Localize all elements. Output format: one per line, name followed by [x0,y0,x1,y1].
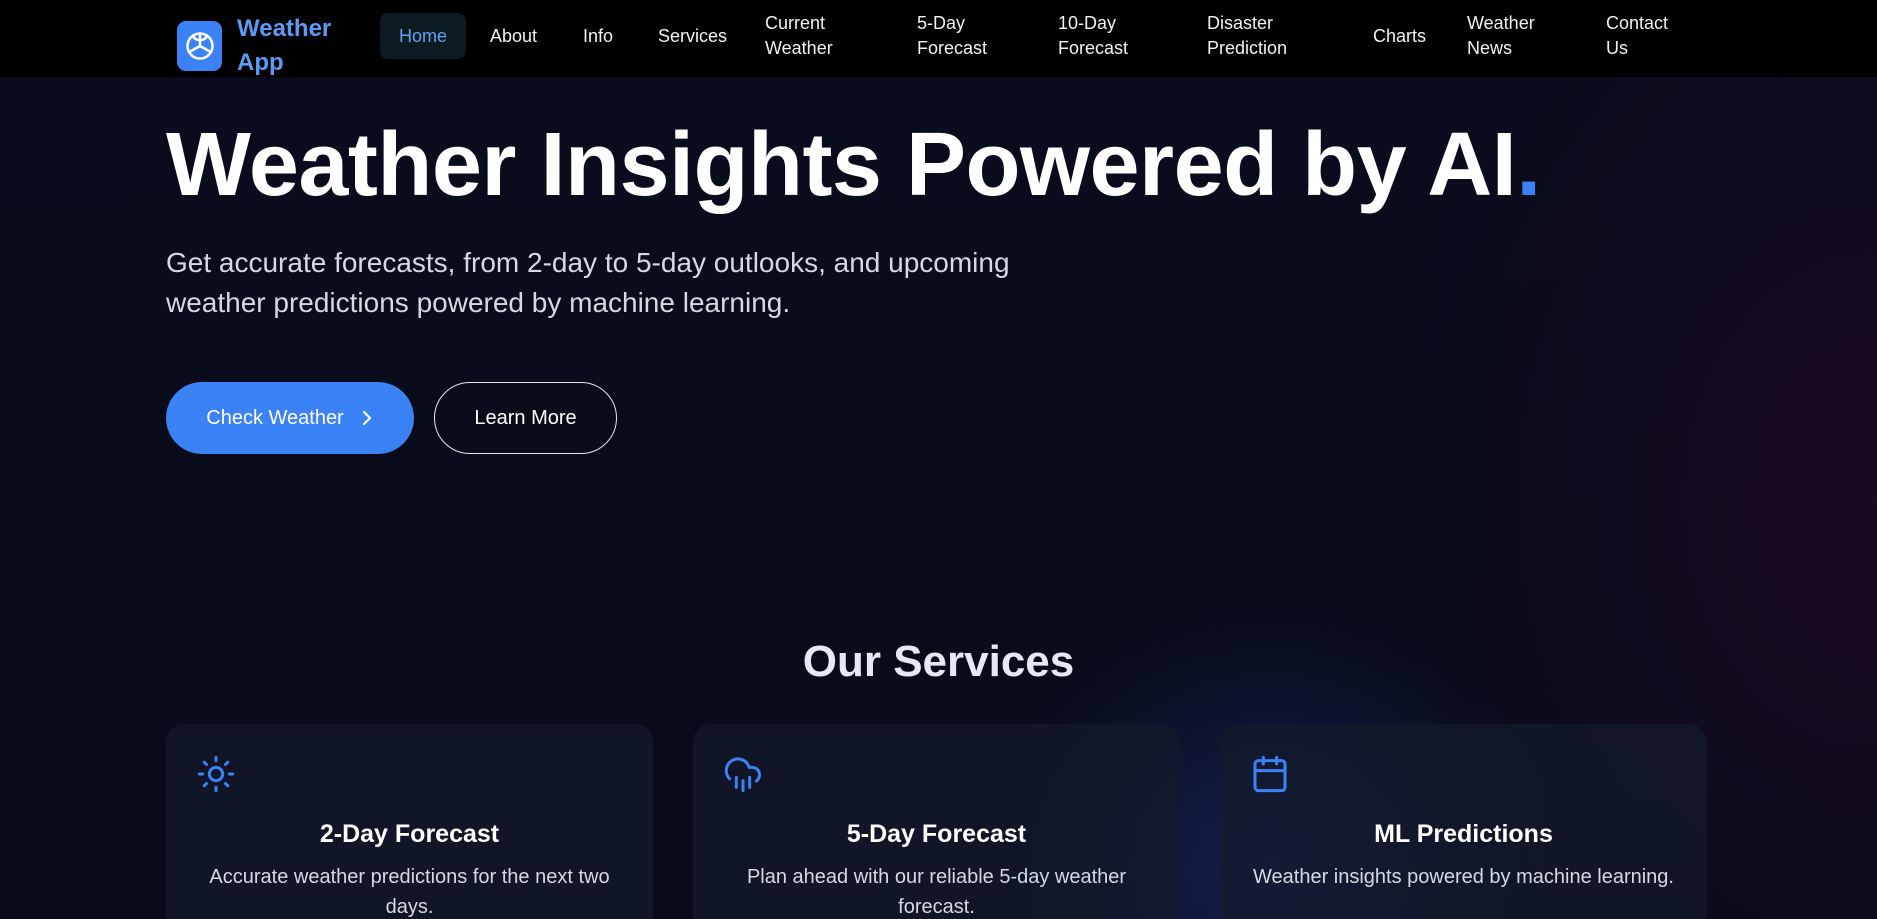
nav-info[interactable]: Info [583,13,613,59]
nav-about[interactable]: About [490,13,537,59]
nav-5-day-forecast[interactable]: 5-Day Forecast [917,13,997,59]
card-title: 2-Day Forecast [319,820,500,848]
service-card-5-day-forecast[interactable]: 5-Day Forecast Plan ahead with our relia… [693,724,1180,919]
check-weather-label: Check Weather [206,406,344,429]
services-heading: Our Services [802,637,1075,686]
service-card-2-day-forecast[interactable]: 2-Day Forecast Accurate weather predicti… [166,724,653,919]
nav-services[interactable]: Services [658,13,727,59]
cloud-rain-icon [723,754,763,794]
check-weather-button[interactable]: Check Weather [166,382,414,454]
learn-more-button[interactable]: Learn More [434,382,617,454]
brand-name: Weather App [237,15,332,76]
card-title: ML Predictions [1374,820,1553,848]
card-description: Accurate weather predictions for the nex… [209,866,610,918]
nav-weather-news[interactable]: Weather News [1467,13,1542,59]
service-card-ml-predictions[interactable]: ML Predictions Weather insights powered … [1220,724,1707,919]
nav-contact-us[interactable]: Contact Us [1606,13,1676,59]
nav-home[interactable]: Home [380,13,467,59]
calendar-icon [1250,754,1290,794]
nav-charts[interactable]: Charts [1373,13,1426,59]
brand[interactable]: Weather App [177,12,347,80]
nav-current-weather[interactable]: Current Weather [765,13,860,59]
card-title: 5-Day Forecast [846,820,1027,848]
hero-subtitle: Get accurate forecasts, from 2-day to 5-… [166,247,1010,318]
card-description: Plan ahead with our reliable 5-day weath… [746,866,1127,918]
hero-title-dot: . [1516,115,1541,215]
hero-title: Weather Insights Powered by AI. [166,115,1541,215]
sun-icon [196,754,236,794]
nav-10-day-forecast[interactable]: 10-Day Forecast [1058,13,1138,59]
nav-disaster-prediction[interactable]: Disaster Prediction [1207,13,1307,59]
card-description: Weather insights powered by machine lear… [1253,866,1674,888]
navbar: Weather App Home About Info Services Cur… [0,0,1877,77]
brand-logo-icon [177,21,222,71]
chevron-right-icon [360,409,374,427]
